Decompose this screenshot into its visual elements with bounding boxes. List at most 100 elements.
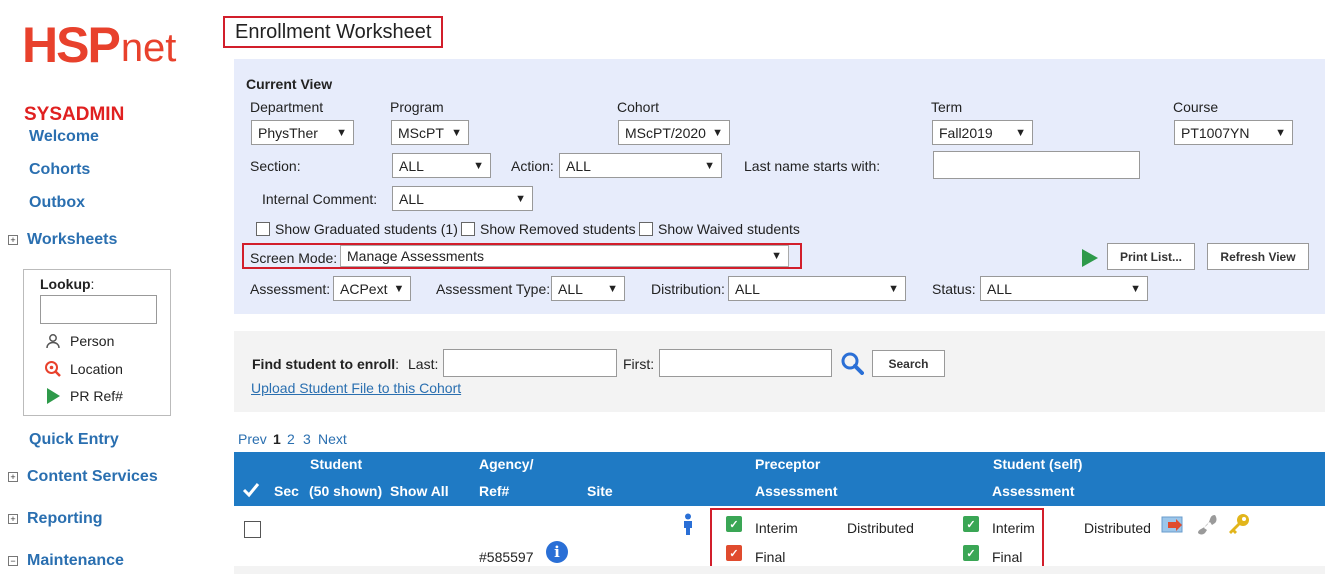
program-select[interactable]: MScPT ▼ [391, 120, 469, 145]
header-student[interactable]: Student [310, 456, 362, 472]
lookup-label: Lookup: [40, 276, 95, 292]
course-select[interactable]: PT1007YN ▼ [1174, 120, 1293, 145]
header-shown-count: (50 shown) [309, 483, 383, 499]
run-play-icon[interactable] [1081, 248, 1099, 271]
student-final-status-icon[interactable]: ✓ [963, 545, 979, 561]
nav-section-reporting[interactable]: + Reporting [8, 510, 103, 528]
assessment-type-value: ALL [558, 280, 583, 297]
nav-cohorts[interactable]: Cohorts [29, 161, 90, 179]
expand-icon: + [8, 235, 18, 245]
nav-section-label: Content Services [27, 468, 158, 485]
internal-comment-select[interactable]: ALL ▼ [392, 186, 533, 211]
assessment-type-select[interactable]: ALL ▼ [551, 276, 625, 301]
pager-page-2[interactable]: 2 [287, 431, 295, 447]
header-show-all[interactable]: Show All [390, 483, 449, 499]
student-interim-status-icon[interactable]: ✓ [963, 516, 979, 532]
nav-section-content-services[interactable]: + Content Services [8, 468, 158, 486]
student-final-label[interactable]: Final [992, 549, 1022, 565]
expand-icon: + [8, 472, 18, 482]
header-student-assessment: Assessment [992, 483, 1075, 499]
dropdown-arrow-icon: ▼ [712, 126, 723, 139]
preceptor-interim-status-icon[interactable]: ✓ [726, 516, 742, 532]
row-select-checkbox[interactable] [244, 521, 261, 538]
cohort-label: Cohort [617, 99, 660, 115]
app-root: HSP net SYSADMIN Welcome Cohorts Outbox +… [0, 0, 1337, 574]
lookup-box: Lookup: Person Location PR Ref# [23, 269, 171, 416]
nav-section-label: Worksheets [27, 231, 118, 248]
screen-mode-select[interactable]: Manage Assessments ▼ [340, 245, 789, 267]
dropdown-arrow-icon: ▼ [1275, 126, 1286, 139]
show-removed-checkbox[interactable] [461, 222, 475, 236]
preceptor-person-icon[interactable] [682, 513, 694, 538]
internal-comment-value: ALL [399, 190, 424, 207]
section-select[interactable]: ALL ▼ [392, 153, 491, 178]
transfer-icon[interactable] [1161, 515, 1185, 538]
header-ref[interactable]: Ref# [479, 483, 509, 499]
lookup-person[interactable]: Person [44, 332, 114, 350]
search-button[interactable]: Search [872, 350, 945, 377]
key-icon[interactable] [1227, 512, 1251, 539]
dropdown-arrow-icon: ▼ [888, 282, 899, 295]
user-role: SYSADMIN [24, 104, 125, 125]
show-graduated-checkbox[interactable] [256, 222, 270, 236]
lastname-input[interactable] [933, 151, 1140, 179]
info-icon[interactable]: i [546, 541, 568, 563]
pager-page-3[interactable]: 3 [303, 431, 311, 447]
dropdown-arrow-icon: ▼ [1015, 126, 1026, 139]
refresh-view-button[interactable]: Refresh View [1207, 243, 1309, 270]
nav-section-maintenance[interactable]: − Maintenance [8, 552, 124, 570]
sidebar: HSP net SYSADMIN Welcome Cohorts Outbox +… [0, 0, 201, 574]
cohort-select[interactable]: MScPT/2020 ▼ [618, 120, 730, 145]
status-select[interactable]: ALL ▼ [980, 276, 1148, 301]
header-sec[interactable]: Sec [274, 483, 299, 499]
upload-student-file-link[interactable]: Upload Student File to this Cohort [251, 380, 461, 396]
term-select[interactable]: Fall2019 ▼ [932, 120, 1033, 145]
search-icon[interactable] [840, 351, 864, 378]
preceptor-final-status-icon[interactable]: ✓ [726, 545, 742, 561]
term-label: Term [931, 99, 963, 115]
pager-prev[interactable]: Prev [238, 431, 267, 447]
preceptor-final-label[interactable]: Final [755, 549, 785, 565]
course-value: PT1007YN [1181, 124, 1250, 141]
play-icon [44, 387, 62, 405]
student-interim-label[interactable]: Interim [992, 520, 1035, 536]
nav-section-worksheets[interactable]: + Worksheets [8, 231, 117, 249]
lookup-input[interactable] [40, 295, 157, 324]
next-row-stub [234, 566, 1325, 574]
header-agency[interactable]: Agency/ [479, 456, 533, 472]
cohort-value: MScPT/2020 [625, 124, 706, 141]
find-last-input[interactable] [443, 349, 617, 377]
course-label: Course [1173, 99, 1219, 115]
department-select[interactable]: PhysTher ▼ [251, 120, 354, 145]
lookup-location[interactable]: Location [44, 360, 123, 378]
select-all-check-icon[interactable] [242, 482, 260, 501]
show-removed-label: Show Removed students [480, 221, 636, 237]
lookup-pr-ref-label: PR Ref# [70, 388, 123, 404]
dropdown-arrow-icon: ▼ [336, 126, 347, 139]
program-label: Program [390, 99, 444, 115]
nav-welcome[interactable]: Welcome [29, 128, 99, 146]
distribution-select[interactable]: ALL ▼ [728, 276, 906, 301]
header-site[interactable]: Site [587, 483, 613, 499]
nav-quick-entry[interactable]: Quick Entry [29, 431, 119, 449]
lookup-pr-ref[interactable]: PR Ref# [44, 387, 123, 405]
print-list-button[interactable]: Print List... [1107, 243, 1195, 270]
department-value: PhysTher [258, 124, 318, 141]
term-value: Fall2019 [939, 124, 993, 141]
person-icon [44, 332, 62, 350]
dropdown-arrow-icon: ▼ [393, 282, 405, 295]
nav-section-label: Reporting [27, 510, 103, 527]
find-first-input[interactable] [659, 349, 832, 377]
assessment-type-label: Assessment Type: [436, 281, 551, 297]
action-select[interactable]: ALL ▼ [559, 153, 722, 178]
pager-next[interactable]: Next [318, 431, 347, 447]
show-waived-checkbox[interactable] [639, 222, 653, 236]
department-label: Department [250, 99, 324, 115]
preceptor-interim-label[interactable]: Interim [755, 520, 798, 536]
page-title: Enrollment Worksheet [223, 16, 444, 48]
hspnet-logo[interactable]: HSP net [22, 20, 176, 70]
nav-outbox[interactable]: Outbox [29, 194, 85, 212]
assessment-select[interactable]: ACPext ▼ [333, 276, 411, 301]
logo-net: net [120, 26, 177, 70]
phone-icon[interactable] [1195, 512, 1217, 539]
